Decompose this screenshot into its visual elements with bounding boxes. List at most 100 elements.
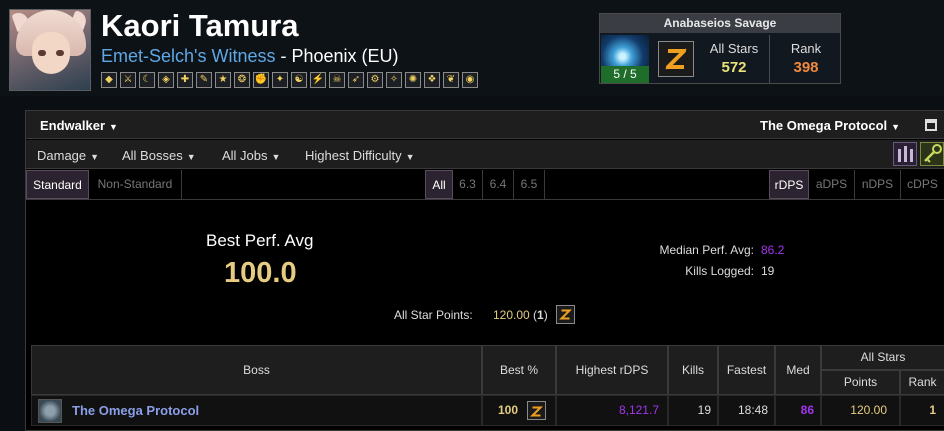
asp-count-open: (: [529, 308, 538, 322]
adps-toggle[interactable]: aDPS: [809, 170, 855, 199]
best-value: 100: [498, 403, 519, 417]
rank-label: Rank: [790, 41, 822, 56]
col-rank[interactable]: Rank: [900, 370, 944, 395]
chevron-down-icon: ▼: [891, 122, 901, 132]
highest-rdps-value: 8,121.7: [556, 395, 668, 426]
job-icon-blu[interactable]: ◉: [462, 72, 478, 88]
toggle-bar: Standard Non-Standard All 6.3 6.4 6.5 rD…: [26, 170, 944, 200]
boss-link[interactable]: The Omega Protocol: [72, 396, 199, 425]
best-perf-value: 100.0: [224, 257, 297, 289]
job-icon-rpr[interactable]: ☠: [329, 72, 345, 88]
server-separator: -: [275, 46, 292, 66]
standard-toggle[interactable]: Standard: [26, 170, 89, 199]
boss-icon: [38, 399, 62, 423]
all-star-icon: [527, 401, 546, 420]
window-icon[interactable]: [925, 119, 937, 131]
character-server[interactable]: Phoenix (EU): [291, 46, 398, 66]
job-icon-sch[interactable]: ✎: [196, 72, 212, 88]
asp-points: 120.00: [493, 308, 530, 322]
all-stars-value: 572: [721, 59, 747, 76]
col-fastest[interactable]: Fastest: [718, 345, 775, 395]
character-header: Kaori Tamura Emet-Selch's Witness - Phoe…: [0, 0, 944, 96]
col-kills[interactable]: Kills: [668, 345, 718, 395]
job-icon-brd[interactable]: ➶: [348, 72, 364, 88]
patch-6-3-toggle[interactable]: 6.3: [453, 170, 483, 199]
col-all-stars: All Stars: [821, 345, 944, 370]
ndps-toggle[interactable]: nDPS: [855, 170, 901, 199]
rankings-panel: Endwalker ▼ The Omega Protocol ▼ Damage ▼ A…: [25, 110, 944, 431]
job-icon-sge[interactable]: ❂: [234, 72, 250, 88]
job-icon-blm[interactable]: ✺: [405, 72, 421, 88]
metric-label: Damage: [37, 148, 87, 163]
jobs-label: All Jobs: [222, 148, 268, 163]
job-icon-whm[interactable]: ✚: [177, 72, 193, 88]
job-icon-drk[interactable]: ☾: [139, 72, 155, 88]
cdps-toggle[interactable]: cDPS: [901, 170, 944, 199]
col-points[interactable]: Points: [821, 370, 900, 395]
median-value: 86: [775, 395, 821, 426]
filter-bar: Damage ▼ All Bosses ▼ All Jobs ▼ Highest Di…: [26, 140, 944, 169]
chevron-down-icon: ▼: [186, 152, 196, 162]
key-icon[interactable]: [920, 142, 944, 166]
kills-logged-label: Kills Logged:: [685, 264, 754, 278]
tier-progress: 5 / 5: [601, 66, 649, 83]
tier-summary-box: Anabaseios Savage 5 / 5 All Stars 572 Ra…: [599, 13, 841, 84]
job-icon-smn[interactable]: ❖: [424, 72, 440, 88]
zone-label: The Omega Protocol: [760, 118, 888, 133]
patch-6-5-toggle[interactable]: 6.5: [514, 170, 545, 199]
character-avatar[interactable]: [9, 9, 91, 91]
job-icon-war[interactable]: ⚔: [120, 72, 136, 88]
job-icon-mnk[interactable]: ✊: [253, 72, 269, 88]
character-subtitle: Emet-Selch's Witness - Phoenix (EU): [101, 46, 399, 67]
job-icon-sam[interactable]: ⚡: [310, 72, 326, 88]
job-icon-gnb[interactable]: ◈: [158, 72, 174, 88]
party-icon[interactable]: [893, 142, 917, 166]
zone-dropdown[interactable]: The Omega Protocol ▼: [760, 118, 900, 133]
chevron-down-icon: ▼: [109, 122, 118, 132]
chevron-down-icon: ▼: [271, 152, 281, 162]
kills-value: 19: [668, 395, 718, 426]
best-cell: 100: [482, 395, 556, 426]
job-icon-drg[interactable]: ✦: [272, 72, 288, 88]
expansion-dropdown[interactable]: Endwalker ▼: [40, 118, 118, 133]
job-icon-dnc[interactable]: ✧: [386, 72, 402, 88]
patch-6-4-toggle[interactable]: 6.4: [483, 170, 514, 199]
chevron-down-icon: ▼: [405, 152, 415, 162]
job-icon-pld[interactable]: ◆: [101, 72, 117, 88]
chevron-down-icon: ▼: [90, 152, 100, 162]
table-row[interactable]: The Omega Protocol: [31, 395, 482, 426]
rdps-toggle[interactable]: rDPS: [769, 170, 809, 199]
asp-count: 1: [537, 308, 544, 322]
zone-bar: Endwalker ▼ The Omega Protocol ▼: [26, 111, 944, 139]
col-boss[interactable]: Boss: [31, 345, 482, 395]
points-value: 120.00: [821, 395, 900, 426]
job-icon-rdm[interactable]: ❦: [443, 72, 459, 88]
expansion-label: Endwalker: [40, 118, 106, 133]
character-name: Kaori Tamura: [101, 8, 299, 43]
job-icon-ast[interactable]: ★: [215, 72, 231, 88]
bosses-label: All Bosses: [122, 148, 183, 163]
col-med[interactable]: Med: [775, 345, 821, 395]
boss-rankings-table: Boss Best % Highest rDPS Kills Fastest M…: [31, 345, 944, 431]
nonstandard-toggle[interactable]: Non-Standard: [89, 170, 182, 199]
job-icon-mch[interactable]: ⚙: [367, 72, 383, 88]
fastest-value[interactable]: 18:48: [718, 395, 775, 426]
rank-value: 398: [793, 59, 819, 76]
bosses-dropdown[interactable]: All Bosses ▼: [122, 148, 196, 163]
median-perf-value: 86.2: [761, 243, 785, 257]
performance-summary: Best Perf. Avg 100.0 Median Perf. Avg: 8…: [26, 201, 944, 341]
difficulty-dropdown[interactable]: Highest Difficulty ▼: [305, 148, 415, 163]
col-best[interactable]: Best %: [482, 345, 556, 395]
jobs-dropdown[interactable]: All Jobs ▼: [222, 148, 280, 163]
asp-count-close: ): [543, 308, 548, 322]
metric-dropdown[interactable]: Damage ▼: [37, 148, 99, 163]
difficulty-label: Highest Difficulty: [305, 148, 402, 163]
median-perf-label: Median Perf. Avg:: [659, 243, 755, 257]
col-highest[interactable]: Highest rDPS: [556, 345, 668, 395]
job-icon-nin[interactable]: ☯: [291, 72, 307, 88]
rank-value[interactable]: 1: [900, 395, 944, 426]
all-star-points-value: 120.00 (1): [493, 308, 548, 322]
kills-logged-value: 19: [761, 264, 775, 278]
patch-all-toggle[interactable]: All: [425, 170, 453, 199]
tier-title[interactable]: Anabaseios Savage: [600, 14, 840, 33]
